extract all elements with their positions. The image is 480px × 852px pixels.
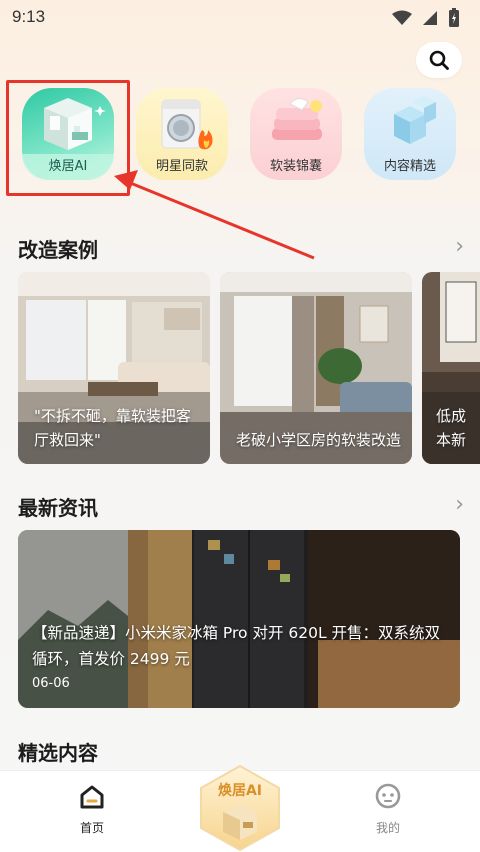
section-title-cases: 改造案例 bbox=[18, 238, 98, 262]
search-button[interactable] bbox=[416, 42, 462, 78]
home-icon bbox=[80, 785, 104, 809]
nav-home-label: 首页 bbox=[79, 821, 104, 835]
hexagon-room-icon bbox=[200, 764, 280, 852]
quick-entry-celebrity-same[interactable]: 明星同款 bbox=[136, 88, 228, 184]
case-caption: 低成本新 bbox=[436, 407, 467, 449]
search-icon bbox=[429, 50, 449, 70]
quick-entry-soft-furnishing-tips[interactable]: 软装锦囊 bbox=[250, 88, 342, 184]
towels-icon bbox=[272, 98, 322, 140]
section-title-news: 最新资讯 bbox=[18, 496, 98, 520]
quick-entry-featured[interactable]: 内容精选 bbox=[364, 88, 456, 184]
news-headline: 【新品速递】小米米家冰箱 Pro 对开 620L 开售：双系统双循环，首发价 2… bbox=[32, 624, 441, 668]
quick-entry-label: 内容精选 bbox=[383, 159, 436, 174]
case-card[interactable]: 老破小学区房的软装改造 bbox=[220, 272, 412, 464]
status-time: 9:13 bbox=[12, 7, 46, 26]
cubes-icon bbox=[394, 96, 436, 144]
section-title-featured: 精选内容 bbox=[18, 741, 98, 765]
washing-machine-icon bbox=[161, 99, 213, 150]
nav-me-label: 我的 bbox=[375, 821, 400, 835]
center-huanju-ai-button[interactable]: 焕居AI bbox=[197, 764, 283, 852]
nav-me[interactable]: 我的 bbox=[348, 783, 428, 836]
nav-home[interactable]: 首页 bbox=[52, 783, 132, 836]
center-label: 焕居AI bbox=[217, 783, 263, 799]
case-caption: 老破小学区房的软装改造 bbox=[236, 431, 402, 449]
case-caption: "不拆不砸，靠软装把客厅救回来" bbox=[34, 407, 191, 449]
status-icons bbox=[392, 8, 460, 28]
quick-entry-label: 软装锦囊 bbox=[269, 159, 322, 174]
news-card[interactable]: 【新品速递】小米米家冰箱 Pro 对开 620L 开售：双系统双循环，首发价 2… bbox=[18, 530, 460, 708]
signal-icon bbox=[423, 11, 437, 25]
battery-icon bbox=[449, 8, 459, 27]
chevron-right-icon[interactable]: › bbox=[455, 492, 464, 517]
highlight-box bbox=[6, 80, 130, 196]
case-card[interactable]: 低成本新 bbox=[422, 272, 480, 464]
profile-icon bbox=[375, 783, 401, 809]
case-card[interactable]: "不拆不砸，靠软装把客厅救回来" bbox=[18, 272, 210, 464]
status-bar: 9:13 bbox=[0, 0, 480, 34]
news-date: 06-06 bbox=[32, 676, 70, 691]
quick-entry-label: 明星同款 bbox=[155, 159, 208, 174]
chevron-right-icon[interactable]: › bbox=[455, 234, 464, 259]
news-image bbox=[18, 530, 460, 708]
wifi-icon bbox=[392, 10, 412, 25]
